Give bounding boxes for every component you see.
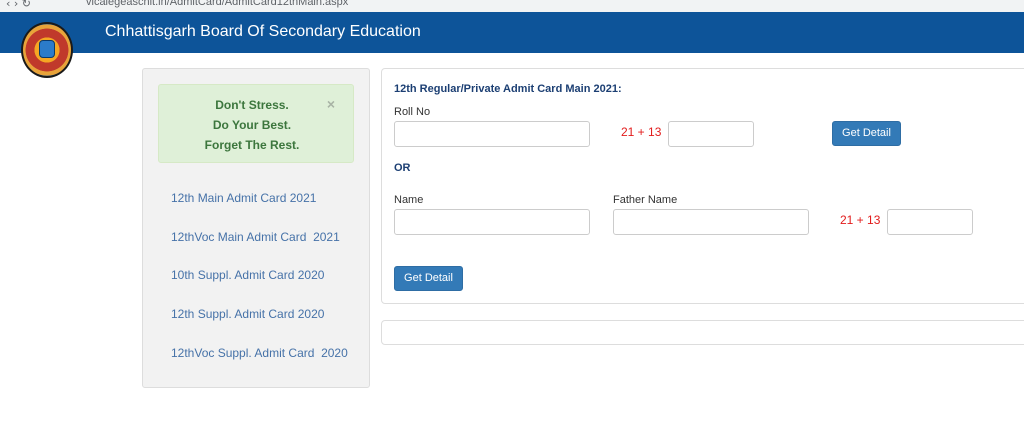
captcha-answer-input-2[interactable] bbox=[887, 209, 973, 235]
browser-nav-icons[interactable]: ‹ › ↻ bbox=[6, 0, 31, 10]
captcha-question-1: 21 + 13 bbox=[621, 125, 662, 139]
logo-book-icon bbox=[39, 40, 55, 58]
form-heading: 12th Regular/Private Admit Card Main 202… bbox=[394, 83, 622, 95]
close-icon[interactable]: × bbox=[327, 96, 335, 112]
sidebar-link-12thvoc-suppl-2020[interactable]: 12thVoc Suppl. Admit Card 2020 bbox=[171, 346, 348, 360]
admit-card-form-panel: 12th Regular/Private Admit Card Main 202… bbox=[381, 68, 1024, 304]
father-name-input[interactable] bbox=[613, 209, 809, 235]
alert-line-1: Don't Stress. bbox=[215, 98, 289, 112]
board-logo-icon bbox=[21, 22, 73, 78]
get-detail-button-roll[interactable]: Get Detail bbox=[832, 121, 901, 146]
result-panel bbox=[381, 320, 1024, 345]
address-bar[interactable]: vicalegeaschit.in/AdmitCard/AdmitCard12t… bbox=[86, 0, 348, 8]
browser-toolbar: ‹ › ↻ vicalegeaschit.in/AdmitCard/AdmitC… bbox=[0, 0, 1024, 12]
motivation-alert: Don't Stress. Do Your Best. Forget The R… bbox=[158, 84, 354, 163]
sidebar-link-12th-suppl-2020[interactable]: 12th Suppl. Admit Card 2020 bbox=[171, 307, 324, 321]
site-title: Chhattisgarh Board Of Secondary Educatio… bbox=[105, 23, 421, 40]
alert-line-3: Forget The Rest. bbox=[204, 138, 300, 152]
name-input[interactable] bbox=[394, 209, 590, 235]
captcha-question-2: 21 + 13 bbox=[840, 213, 881, 227]
roll-no-input[interactable] bbox=[394, 121, 590, 147]
name-label: Name bbox=[394, 194, 424, 206]
alert-line-2: Do Your Best. bbox=[212, 118, 292, 132]
captcha-answer-input-1[interactable] bbox=[668, 121, 754, 147]
site-header: Chhattisgarh Board Of Secondary Educatio… bbox=[0, 12, 1024, 53]
sidebar-link-12th-main-2021[interactable]: 12th Main Admit Card 2021 bbox=[171, 191, 316, 205]
sidebar-link-10th-suppl-2020[interactable]: 10th Suppl. Admit Card 2020 bbox=[171, 268, 324, 282]
father-name-label: Father Name bbox=[613, 194, 678, 206]
roll-no-label: Roll No bbox=[394, 106, 431, 118]
get-detail-button-name[interactable]: Get Detail bbox=[394, 266, 463, 291]
or-separator: OR bbox=[394, 162, 411, 174]
sidebar-link-12thvoc-main-2021[interactable]: 12thVoc Main Admit Card 2021 bbox=[171, 230, 340, 244]
sidebar: Don't Stress. Do Your Best. Forget The R… bbox=[142, 68, 370, 388]
